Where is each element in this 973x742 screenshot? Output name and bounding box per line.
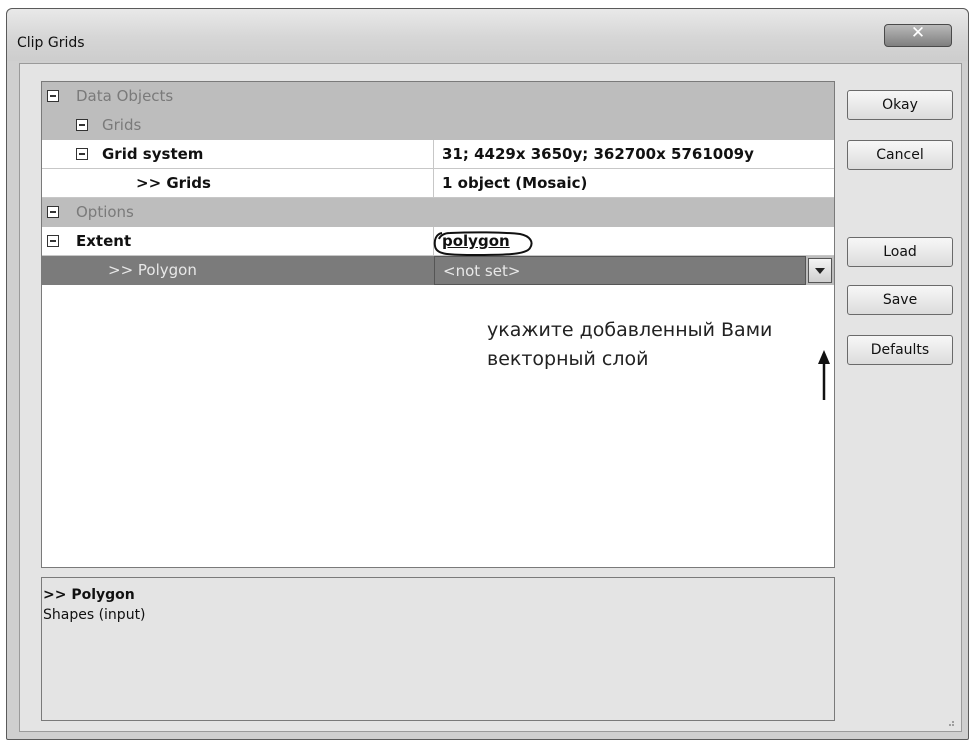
window-title: Clip Grids: [17, 35, 85, 51]
category-label: Options: [76, 203, 134, 221]
property-grids[interactable]: >> Grids 1 object (Mosaic): [42, 169, 834, 198]
property-polygon[interactable]: >> Polygon <not set>: [42, 256, 834, 285]
category-label: Grids: [102, 116, 142, 134]
property-value[interactable]: 1 object (Mosaic): [434, 169, 834, 198]
dialog-body: Data Objects Grids Grid system 31; 4429x…: [19, 63, 962, 732]
category-data-objects[interactable]: Data Objects: [42, 82, 834, 111]
annotation-line-1: укажите добавленный Вами: [487, 319, 773, 341]
description-text: Shapes (input): [43, 607, 146, 623]
property-label: >> Grids: [42, 169, 434, 198]
property-label: Grid system: [42, 140, 434, 169]
resize-grip-icon[interactable]: [945, 717, 955, 727]
property-grid: Data Objects Grids Grid system 31; 4429x…: [41, 81, 835, 568]
annotation-line-2: векторный слой: [487, 348, 649, 370]
property-label: >> Polygon: [42, 256, 434, 285]
defaults-button[interactable]: Defaults: [847, 335, 953, 365]
dropdown-arrow-button[interactable]: [808, 258, 832, 283]
hand-drawn-circle: [433, 231, 533, 257]
description-title: >> Polygon: [43, 587, 135, 603]
annotation-arrow-icon: [818, 350, 830, 400]
load-button[interactable]: Load: [847, 237, 953, 267]
category-options[interactable]: Options: [42, 198, 834, 227]
cancel-button[interactable]: Cancel: [847, 140, 953, 170]
annotation-note: укажите добавленный Вами векторный слой: [487, 316, 772, 374]
description-panel: >> Polygon Shapes (input): [41, 577, 835, 721]
property-grid-system[interactable]: Grid system 31; 4429x 3650y; 362700x 576…: [42, 140, 834, 169]
close-icon: ✕: [910, 23, 926, 43]
collapse-icon[interactable]: [76, 148, 88, 160]
save-button[interactable]: Save: [847, 285, 953, 315]
polygon-dropdown[interactable]: <not set>: [434, 256, 806, 285]
okay-button[interactable]: Okay: [847, 90, 953, 120]
title-bar: Clip Grids ✕: [7, 9, 968, 61]
clip-grids-dialog: Clip Grids ✕ Data Objects Grids Grid sys…: [6, 8, 969, 740]
close-button[interactable]: ✕: [884, 23, 952, 47]
category-grids[interactable]: Grids: [42, 111, 834, 140]
category-label: Data Objects: [76, 87, 174, 105]
property-label: Extent: [42, 227, 434, 256]
property-value[interactable]: 31; 4429x 3650y; 362700x 5761009y: [434, 140, 834, 169]
